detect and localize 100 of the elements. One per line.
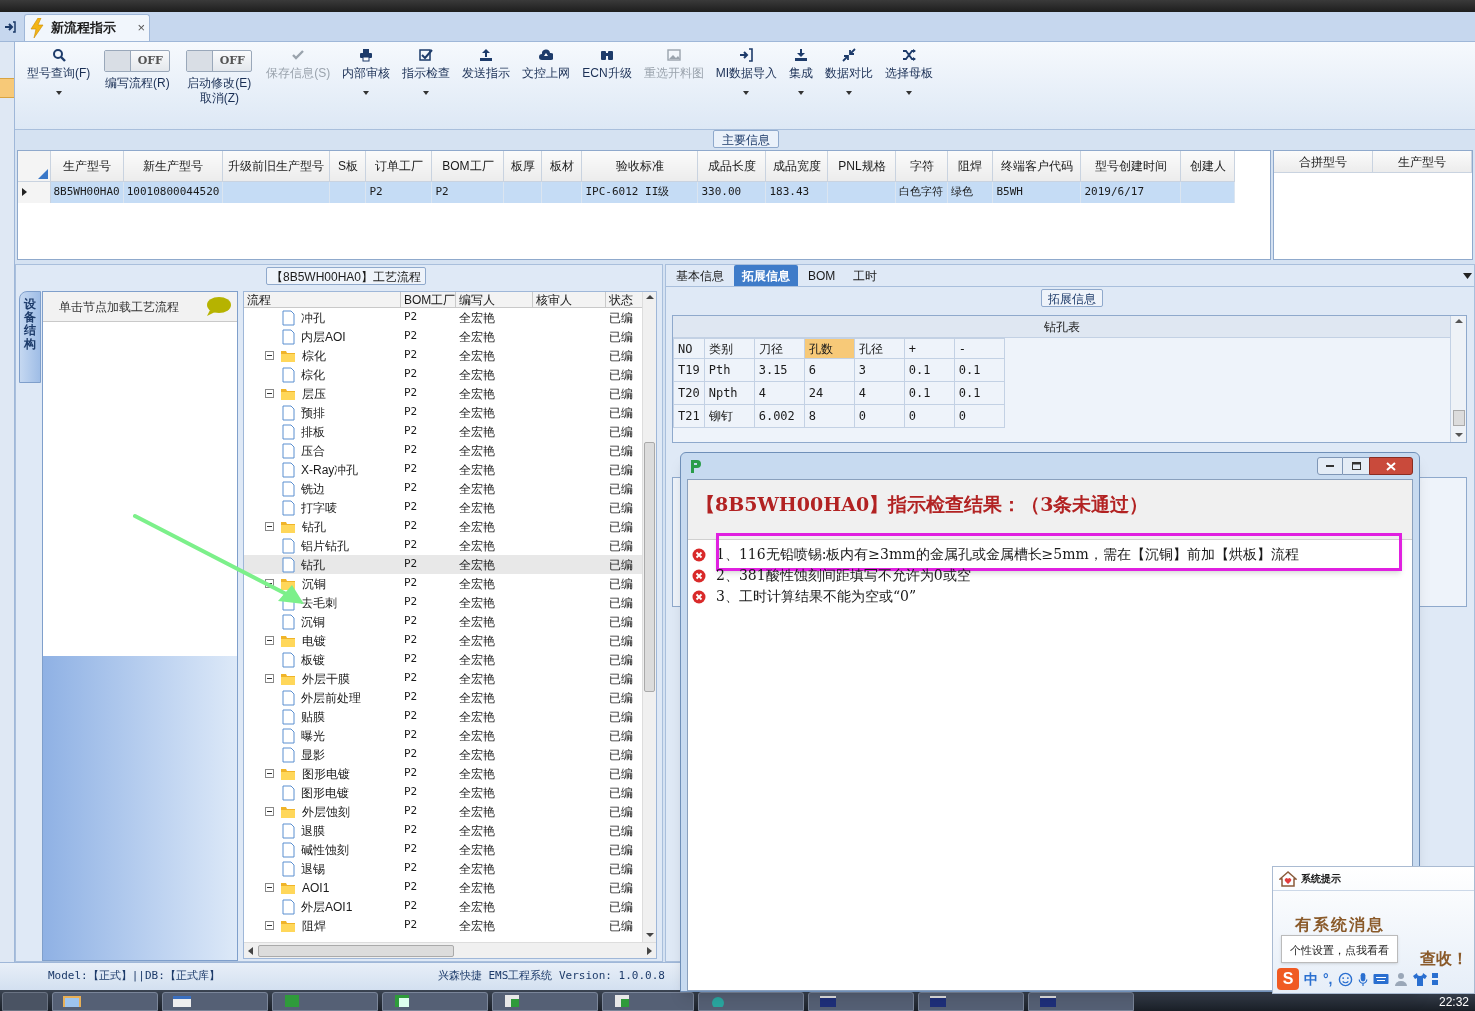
tree-row[interactable]: 碱性蚀刻 P2 全宏艳 已编 [244, 840, 642, 859]
tree-row[interactable]: 排板 P2 全宏艳 已编 [244, 422, 642, 441]
tree-row[interactable]: 板镀 P2 全宏艳 已编 [244, 650, 642, 669]
tab[interactable]: BOM [800, 265, 844, 286]
close-button[interactable] [1369, 457, 1413, 475]
column-header[interactable]: 升级前旧生产型号 [222, 151, 330, 181]
scroll-right-icon[interactable] [646, 945, 654, 956]
tree-node-label[interactable]: 预排 [301, 403, 325, 422]
column-header[interactable]: 字符 [895, 151, 948, 181]
column-header[interactable]: 成品宽度 [765, 151, 828, 181]
tree-node-label[interactable]: 电镀 [302, 631, 326, 650]
toolbar-button[interactable]: 指示检查 [396, 46, 457, 120]
tree-node-label[interactable]: 排板 [301, 422, 325, 441]
column-header[interactable]: 孔径 [854, 338, 905, 359]
tree-node-label[interactable]: 棕化 [301, 365, 325, 384]
toolbar-button[interactable]: 集成 [783, 46, 819, 120]
tree-row[interactable]: AOI1 P2 全宏艳 已编 [244, 878, 642, 897]
tree-node-label[interactable]: 阻焊 [302, 916, 326, 935]
tree-row[interactable]: 外层AOI1 P2 全宏艳 已编 [244, 897, 642, 916]
column-header[interactable]: 合拼型号 [1274, 151, 1373, 173]
tree-node-label[interactable]: 图形电镀 [302, 764, 350, 783]
column-header[interactable]: 创建人 [1180, 151, 1235, 181]
tree-row[interactable]: 预排 P2 全宏艳 已编 [244, 403, 642, 422]
scroll-thumb[interactable] [1452, 410, 1465, 426]
shirt-icon[interactable] [1412, 972, 1427, 986]
taskbar-button[interactable] [162, 992, 268, 1011]
tree-node-label[interactable]: 外层蚀刻 [302, 802, 350, 821]
keyboard-icon[interactable] [1372, 973, 1389, 985]
tree-row[interactable]: 外层前处理 P2 全宏艳 已编 [244, 688, 642, 707]
tree-row[interactable]: 层压 P2 全宏艳 已编 [244, 384, 642, 403]
toolbar-button[interactable]: 型号查询(F) [21, 46, 97, 120]
clock[interactable]: 22:32 [1438, 993, 1469, 1011]
maximize-button[interactable] [1343, 457, 1369, 475]
collapse-icon[interactable] [265, 921, 274, 930]
tree-node-label[interactable]: 图形电镀 [301, 783, 349, 802]
tree-row[interactable]: 铝片钻孔 P2 全宏艳 已编 [244, 536, 642, 555]
tree-row[interactable]: 贴膜 P2 全宏艳 已编 [244, 707, 642, 726]
collapse-icon[interactable] [265, 389, 274, 398]
scrollbar[interactable] [244, 942, 656, 958]
tree-row[interactable]: 图形电镀 P2 全宏艳 已编 [244, 764, 642, 783]
microphone-icon[interactable] [1357, 971, 1368, 987]
collapse-icon[interactable] [265, 636, 274, 645]
column-header[interactable]: BOM工厂 [401, 292, 456, 307]
scrollbar[interactable] [1450, 316, 1466, 442]
tree-node-label[interactable]: 层压 [302, 384, 326, 403]
tree-node-label[interactable]: 钻孔 [302, 517, 326, 536]
column-header[interactable]: - [954, 338, 1005, 359]
tree-row[interactable]: X-Ray冲孔 P2 全宏艳 已编 [244, 460, 642, 479]
collapse-icon[interactable] [265, 883, 274, 892]
column-header[interactable]: 刀径 [754, 338, 805, 359]
table-row[interactable]: 8B5WH00HA0 10010800044520 P2 P2 IPC-6012 II级 330.00 183.43 白色字符 绿色 B5WH 2019/6/17 [18, 181, 1235, 203]
scroll-up-icon[interactable] [644, 292, 655, 302]
column-header[interactable]: 流程 [244, 292, 401, 307]
tree-row[interactable]: 内层AOI P2 全宏艳 已编 [244, 327, 642, 346]
tree-row[interactable]: 钻孔 P2 全宏艳 已编 [244, 517, 642, 536]
toolbar-button[interactable]: 内部审核 [336, 46, 397, 120]
tree-node-label[interactable]: 去毛刺 [301, 593, 337, 612]
tree-node-label[interactable]: 曝光 [301, 726, 325, 745]
tree-row[interactable]: 钻孔 P2 全宏艳 已编 [244, 555, 642, 574]
column-header[interactable]: 终端客户代码 [992, 151, 1081, 181]
column-header[interactable]: 编写人 [456, 292, 533, 307]
taskbar-button[interactable] [918, 992, 1024, 1011]
tree-row[interactable]: 曝光 P2 全宏艳 已编 [244, 726, 642, 745]
tree-row[interactable]: 退膜 P2 全宏艳 已编 [244, 821, 642, 840]
scroll-down-icon[interactable] [1453, 430, 1464, 440]
column-header[interactable]: 类别 [704, 338, 755, 359]
tree-row[interactable]: 阻焊 P2 全宏艳 已编 [244, 916, 642, 935]
toolbar-button[interactable]: MI数据导入 [709, 46, 783, 120]
tree-row[interactable]: 退锡 P2 全宏艳 已编 [244, 859, 642, 878]
column-header[interactable]: 孔数 [804, 338, 855, 359]
tree-row[interactable]: 图形电镀 P2 全宏艳 已编 [244, 783, 642, 802]
tree-node-label[interactable]: X-Ray冲孔 [301, 460, 359, 479]
toolbar-button[interactable]: 发送指示 [456, 46, 517, 120]
tree-row[interactable]: 棕化 P2 全宏艳 已编 [244, 365, 642, 384]
tree-node-label[interactable]: 沉铜 [302, 574, 326, 593]
collapse-icon[interactable] [265, 522, 274, 531]
column-header[interactable]: 型号创建时间 [1080, 151, 1181, 181]
tree-node-label[interactable]: 退膜 [301, 821, 325, 840]
column-header[interactable]: 核审人 [533, 292, 606, 307]
column-header[interactable]: 阻焊 [947, 151, 993, 181]
column-header[interactable]: 生产型号 [50, 151, 124, 181]
tab[interactable]: 工时 [845, 265, 886, 286]
tree-row[interactable]: 压合 P2 全宏艳 已编 [244, 441, 642, 460]
taskbar-button[interactable] [382, 992, 488, 1011]
column-header[interactable]: 板材 [541, 151, 582, 181]
toggle-switch[interactable]: OFF [104, 50, 171, 72]
toolbar-button[interactable]: 文控上网 [516, 46, 577, 120]
tree-row[interactable]: 显影 P2 全宏艳 已编 [244, 745, 642, 764]
column-header[interactable]: BOM工厂 [431, 151, 504, 181]
collapse-icon[interactable] [265, 769, 274, 778]
tree-node-label[interactable]: 外层AOI1 [301, 897, 353, 916]
tree-row[interactable]: 打字唛 P2 全宏艳 已编 [244, 498, 642, 517]
tree-node-label[interactable]: 压合 [301, 441, 325, 460]
taskbar-button[interactable] [492, 992, 598, 1011]
column-header[interactable]: 订单工厂 [365, 151, 432, 181]
tree-row[interactable]: 沉铜 P2 全宏艳 已编 [244, 574, 642, 593]
tree-node-label[interactable]: AOI1 [302, 878, 330, 897]
taskbar-button[interactable] [1028, 992, 1134, 1011]
tab[interactable]: 拓展信息 [734, 265, 798, 286]
grid-icon[interactable] [1431, 972, 1440, 986]
